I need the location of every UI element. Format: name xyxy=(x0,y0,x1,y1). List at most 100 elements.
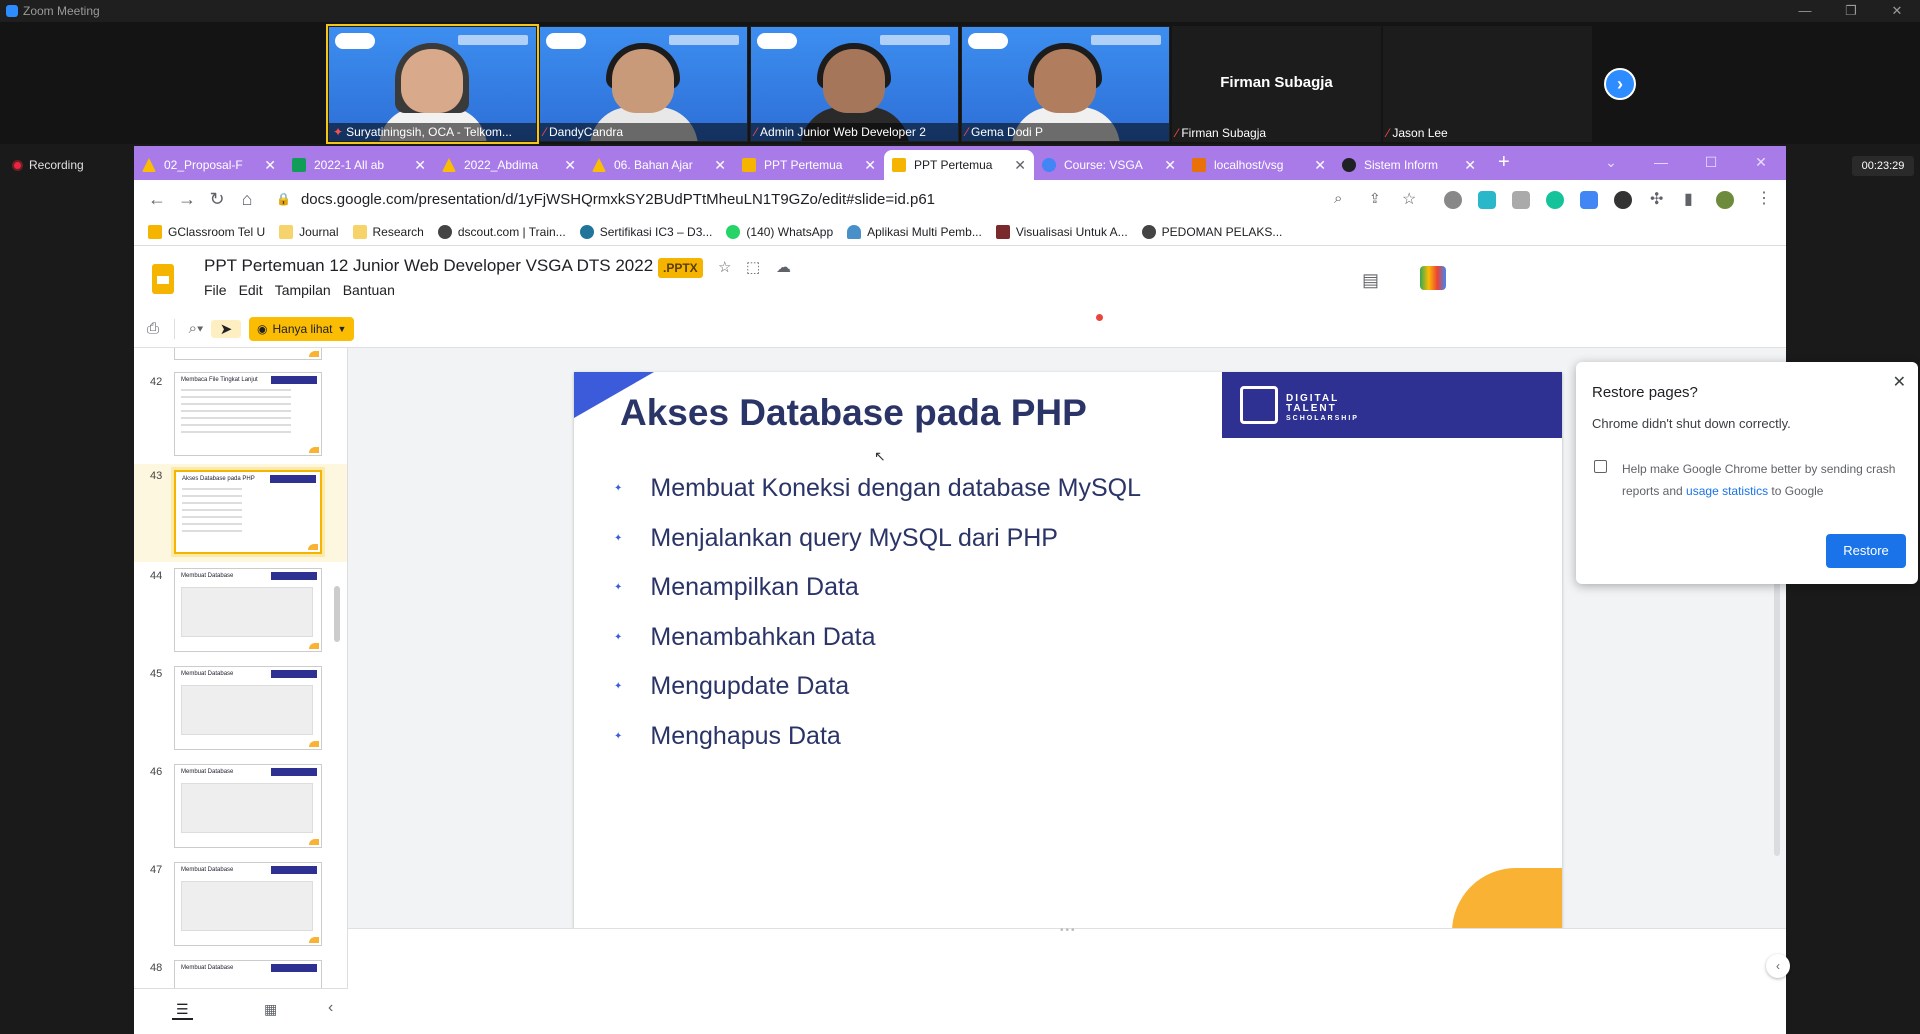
close-icon[interactable]: ✕ xyxy=(1736,146,1786,180)
slide-thumbnail[interactable]: Membuat Database xyxy=(174,764,322,848)
participant-tile[interactable]: ⁄ Jason Lee xyxy=(1383,26,1592,142)
close-tab-icon[interactable]: ✕ xyxy=(714,157,726,174)
browser-tab-active[interactable]: PPT Pertemua ✕ xyxy=(884,150,1034,180)
menu-file[interactable]: File xyxy=(204,282,227,298)
extension-icon[interactable] xyxy=(1478,191,1496,209)
back-icon[interactable]: ← xyxy=(142,189,172,210)
gallery-next-icon[interactable]: › xyxy=(1604,68,1636,100)
share-icon[interactable]: ⇪ xyxy=(1369,190,1381,207)
move-to-folder-icon[interactable]: ⬚ xyxy=(746,258,760,276)
minimize-icon[interactable]: — xyxy=(1636,146,1686,180)
participant-name: ⁄ Jason Lee xyxy=(1387,126,1448,140)
comment-icon[interactable]: ▤ xyxy=(1362,270,1379,291)
view-only-button[interactable]: ◉ Hanya lihat ▼ xyxy=(249,316,355,341)
address-bar[interactable]: 🔒 docs.google.com/presentation/d/1yFjWSH… xyxy=(276,184,935,214)
close-icon[interactable]: ✕ xyxy=(1893,372,1906,392)
zoom-icon[interactable]: ⌕▾ xyxy=(181,320,211,337)
crash-report-checkbox[interactable] xyxy=(1594,460,1607,473)
browser-tab[interactable]: Course: VSGA ✕ xyxy=(1034,150,1184,180)
browser-tab[interactable]: 2022_Abdima ✕ xyxy=(434,150,584,180)
participant-video-face xyxy=(823,49,885,113)
browser-tab[interactable]: Sistem Inform ✕ xyxy=(1334,150,1484,180)
translate-extension-icon[interactable] xyxy=(1580,191,1598,209)
browser-tab[interactable]: 2022-1 All ab ✕ xyxy=(284,150,434,180)
document-title[interactable]: PPT Pertemuan 12 Junior Web Developer VS… xyxy=(204,256,653,276)
slide-thumbnail[interactable]: Membuat Database xyxy=(174,568,322,652)
slide-thumbnail[interactable]: Membaca File Tingkat Lanjut xyxy=(174,372,322,456)
bookmark-star-icon[interactable]: ☆ xyxy=(1402,189,1416,209)
usage-statistics-link[interactable]: usage statistics xyxy=(1686,484,1768,498)
bookmark-item[interactable]: Visualisasi Untuk A... xyxy=(995,224,1128,239)
extension-icon[interactable] xyxy=(1614,191,1632,209)
slide-thumbnail[interactable]: Membuat Database xyxy=(174,960,322,988)
bookmark-item[interactable]: PEDOMAN PELAKS... xyxy=(1141,224,1282,239)
recording-label: Recording xyxy=(29,158,84,172)
bookmark-item[interactable]: (140) WhatsApp xyxy=(726,224,833,239)
bookmark-item[interactable]: Aplikasi Multi Pemb... xyxy=(847,224,982,239)
slide-thumbnail-selected[interactable]: Akses Database pada PHP xyxy=(174,470,322,554)
print-icon[interactable]: ⎙ xyxy=(138,320,168,337)
bookmark-item[interactable]: GClassroom Tel U xyxy=(148,224,265,239)
minimize-icon[interactable]: — xyxy=(1782,0,1828,22)
profile-avatar[interactable] xyxy=(1716,191,1734,209)
list-view-icon[interactable]: ☰ xyxy=(172,1001,193,1020)
filmstrip-scrollbar[interactable] xyxy=(334,586,340,642)
background-logo xyxy=(546,33,586,49)
close-tab-icon[interactable]: ✕ xyxy=(564,157,576,174)
browser-tab[interactable]: localhost/vsg ✕ xyxy=(1184,150,1334,180)
maximize-icon[interactable]: ☐ xyxy=(1686,146,1736,180)
close-tab-icon[interactable]: ✕ xyxy=(1464,157,1476,174)
participant-tile[interactable]: ✦ Suryatiningsih, OCA - Telkom... xyxy=(326,24,539,144)
extensions-puzzle-icon[interactable]: ✣ xyxy=(1650,189,1663,209)
slides-logo-icon[interactable] xyxy=(152,264,174,294)
forward-icon[interactable]: → xyxy=(172,189,202,210)
slide-number: 46 xyxy=(150,766,163,778)
participant-tile[interactable]: ⁄ Gema Dodi P xyxy=(961,26,1170,142)
slide-thumbnail[interactable] xyxy=(174,348,322,360)
resize-handle-icon[interactable]: ••• xyxy=(1060,925,1077,936)
collapse-panel-icon[interactable]: ‹ xyxy=(328,999,333,1017)
close-tab-icon[interactable]: ✕ xyxy=(864,157,876,174)
tab-search-icon[interactable]: ⌄ xyxy=(1586,146,1636,180)
close-tab-icon[interactable]: ✕ xyxy=(1164,157,1176,174)
bookmark-item[interactable]: dscout.com | Train... xyxy=(437,224,566,239)
participant-tile[interactable]: Firman Subagja ⁄ Firman Subagja xyxy=(1172,26,1381,142)
bookmark-item[interactable]: Journal xyxy=(279,224,339,239)
new-tab-icon[interactable]: + xyxy=(1498,151,1510,174)
grid-view-icon[interactable]: ▦ xyxy=(264,1001,277,1018)
bookmark-item[interactable]: Sertifikasi IC3 – D3... xyxy=(579,224,712,239)
participant-tile[interactable]: ⁄ DandyCandra xyxy=(539,26,748,142)
menu-view[interactable]: Tampilan xyxy=(275,282,331,298)
tab-strip: 02_Proposal-F ✕ 2022-1 All ab ✕ 2022_Abdim… xyxy=(134,146,1786,180)
close-tab-icon[interactable]: ✕ xyxy=(1014,157,1026,174)
select-cursor-icon[interactable]: ➤ xyxy=(211,319,241,338)
menu-edit[interactable]: Edit xyxy=(239,282,263,298)
close-tab-icon[interactable]: ✕ xyxy=(1314,157,1326,174)
close-tab-icon[interactable]: ✕ xyxy=(264,157,276,174)
grammarly-extension-icon[interactable] xyxy=(1546,191,1564,209)
slide-thumbnail[interactable]: Membuat Database xyxy=(174,666,322,750)
browser-tab[interactable]: PPT Pertemua ✕ xyxy=(734,150,884,180)
menu-kebab-icon[interactable]: ⋮ xyxy=(1756,188,1772,208)
participant-tile[interactable]: ⁄ Admin Junior Web Developer 2 xyxy=(750,26,959,142)
recording-indicator[interactable]: Recording xyxy=(12,158,84,172)
star-icon[interactable]: ☆ xyxy=(718,258,731,276)
current-slide: Akses Database pada PHP DIGITAL TALENT S… xyxy=(574,372,1562,932)
zoom-page-icon[interactable]: ⌕ xyxy=(1334,190,1342,207)
browser-tab[interactable]: 06. Bahan Ajar ✕ xyxy=(584,150,734,180)
bookmark-item[interactable]: Research xyxy=(352,224,424,239)
menu-help[interactable]: Bantuan xyxy=(343,282,395,298)
reload-icon[interactable]: ↻ xyxy=(202,189,232,210)
side-panel-icon[interactable]: ▮ xyxy=(1684,189,1693,209)
close-tab-icon[interactable]: ✕ xyxy=(414,157,426,174)
meet-icon[interactable] xyxy=(1420,266,1446,290)
restore-icon[interactable]: ❐ xyxy=(1828,0,1874,22)
restore-button[interactable]: Restore xyxy=(1826,534,1906,568)
slide-thumbnail[interactable]: Membuat Database xyxy=(174,862,322,946)
hide-side-panel-icon[interactable]: ‹ xyxy=(1766,954,1790,978)
home-icon[interactable]: ⌂ xyxy=(232,189,262,210)
pinterest-extension-icon[interactable] xyxy=(1444,191,1462,209)
close-icon[interactable]: ✕ xyxy=(1874,0,1920,22)
browser-tab[interactable]: 02_Proposal-F ✕ xyxy=(134,150,284,180)
camera-extension-icon[interactable] xyxy=(1512,191,1530,209)
